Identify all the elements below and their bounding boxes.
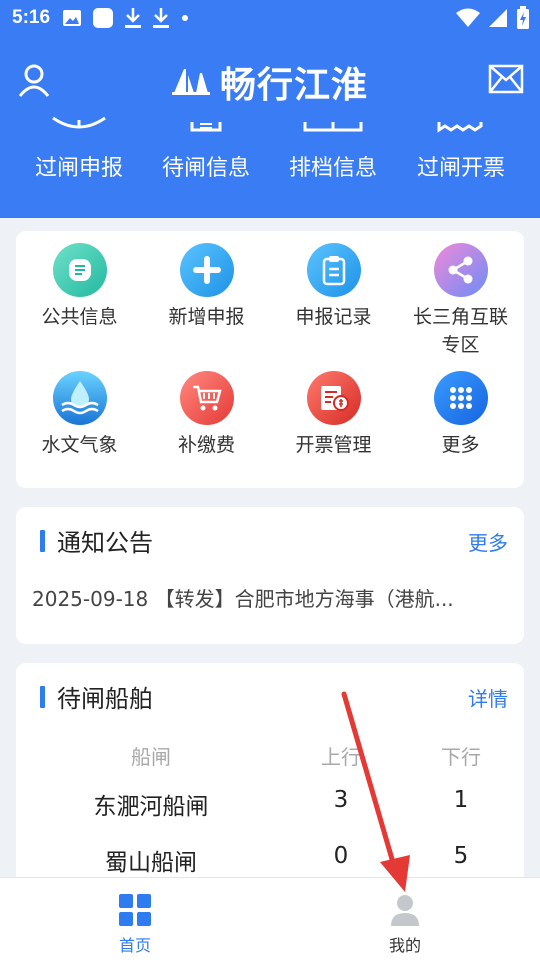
home-grid-icon	[75, 892, 195, 928]
grid-item-label: 公共信息	[41, 306, 118, 328]
grid-item-more[interactable]: 更多	[397, 371, 524, 459]
lock-name: 蜀山船闸	[105, 850, 197, 876]
grid-item-label: 申报记录	[295, 306, 372, 328]
grid-item-label-line2: 专区	[441, 334, 480, 356]
quick-action-waiting-info[interactable]: 待闸信息	[141, 110, 271, 182]
section-marker	[40, 685, 45, 708]
quick-action-schedule-info[interactable]: 排档信息	[268, 110, 398, 182]
battery-icon	[516, 6, 530, 35]
column-header-up: 上行	[321, 745, 361, 769]
app-title: 畅行江淮	[219, 65, 368, 106]
status-bar: 5:16	[0, 0, 540, 36]
downstream-count: 5	[453, 843, 469, 869]
grid-item-yangtze-delta[interactable]: 长三角互联 专区	[397, 243, 524, 359]
calendar-icon	[141, 110, 271, 136]
signal-icon	[488, 8, 508, 33]
quick-action-label: 排档信息	[288, 156, 377, 181]
waiting-ships-card: 待闸船舶 详情 船闸 上行 下行 东淝河船闸 3 1 蜀山船闸 0 5	[16, 663, 524, 913]
clipboard-icon	[306, 243, 361, 297]
notice-title: 通知公告	[57, 529, 153, 557]
upstream-count: 0	[333, 843, 349, 869]
notice-heading: 通知公告	[40, 523, 153, 558]
download-icon	[152, 7, 170, 29]
waiting-heading: 待闸船舶	[40, 679, 153, 714]
tab-mine-label: 我的	[388, 936, 421, 955]
schedule-icon	[268, 110, 398, 136]
ticket-icon	[396, 110, 526, 136]
water-drop-icon	[52, 371, 107, 425]
waiting-details-link[interactable]: 详情	[468, 683, 508, 712]
quick-actions: 过闸申报 待闸信息 排档信息 过闸开票	[0, 110, 540, 200]
invoice-icon	[306, 371, 361, 425]
app-logo-icon	[171, 65, 210, 99]
tab-home[interactable]: 首页	[75, 892, 195, 956]
report-icon	[14, 110, 144, 136]
grid-item-new-report[interactable]: 新增申报	[143, 243, 270, 331]
downstream-count: 1	[453, 787, 469, 813]
quick-action-label: 过闸申报	[34, 156, 123, 181]
grid-item-label: 更多	[441, 434, 480, 456]
grid-item-supplement-fee[interactable]: 补缴费	[143, 371, 270, 459]
header: 5:16 畅行江淮 过闸申报 待闸信息 排档信息 过闸开票	[0, 0, 540, 218]
table-header: 船闸 上行 下行	[16, 735, 524, 779]
quick-action-label: 待闸信息	[161, 156, 250, 181]
grid-item-report-records[interactable]: 申报记录	[270, 243, 397, 331]
quick-action-label: 过闸开票	[416, 156, 505, 181]
share-icon	[433, 243, 488, 297]
public-info-icon	[52, 243, 107, 297]
notice-more-link[interactable]: 更多	[468, 527, 508, 556]
more-icon	[433, 371, 488, 425]
profile-icon	[345, 892, 465, 928]
plus-icon	[179, 243, 234, 297]
notice-item[interactable]: 2025-09-18 【转发】合肥市地方海事（港航...	[32, 583, 512, 612]
waiting-ships-table: 船闸 上行 下行 东淝河船闸 3 1 蜀山船闸 0 5	[16, 735, 524, 891]
column-header-lock: 船闸	[131, 745, 171, 769]
grid-item-label: 长三角互联	[412, 306, 508, 328]
bottom-tab-bar: 首页 我的	[0, 877, 540, 960]
status-time: 5:16	[12, 7, 51, 28]
app-bar: 畅行江淮	[0, 50, 540, 114]
grid-item-label: 新增申报	[168, 306, 245, 328]
waiting-title: 待闸船舶	[57, 685, 153, 713]
wifi-icon	[456, 8, 480, 33]
cart-icon	[179, 371, 234, 425]
grid-item-label: 补缴费	[177, 434, 235, 456]
grid-item-public-info[interactable]: 公共信息	[16, 243, 143, 331]
tab-mine[interactable]: 我的	[345, 892, 465, 956]
grid-item-invoice-management[interactable]: 开票管理	[270, 371, 397, 459]
mail-icon	[488, 64, 524, 94]
grid-item-hydrology[interactable]: 水文气象	[16, 371, 143, 459]
dot-icon	[180, 13, 190, 23]
gallery-icon	[62, 9, 82, 27]
grid-item-label: 开票管理	[295, 434, 372, 456]
table-row[interactable]: 东淝河船闸 3 1	[16, 779, 524, 835]
download-icon	[124, 7, 142, 29]
quick-action-lock-report[interactable]: 过闸申报	[14, 110, 144, 182]
app-notification-icon	[92, 7, 114, 29]
grid-item-label: 水文气象	[41, 434, 118, 456]
tab-home-label: 首页	[118, 936, 151, 955]
notice-card: 通知公告 更多 2025-09-18 【转发】合肥市地方海事（港航...	[16, 507, 524, 644]
messages-button[interactable]	[488, 64, 524, 94]
quick-action-ticket[interactable]: 过闸开票	[396, 110, 526, 182]
feature-grid: 公共信息 新增申报 申报记录 长三角互联 专区 水文气象 补缴费 开票管理 更多	[16, 231, 524, 488]
column-header-down: 下行	[441, 745, 481, 769]
lock-name: 东淝河船闸	[93, 794, 209, 820]
section-marker	[40, 529, 45, 552]
upstream-count: 3	[333, 787, 349, 813]
